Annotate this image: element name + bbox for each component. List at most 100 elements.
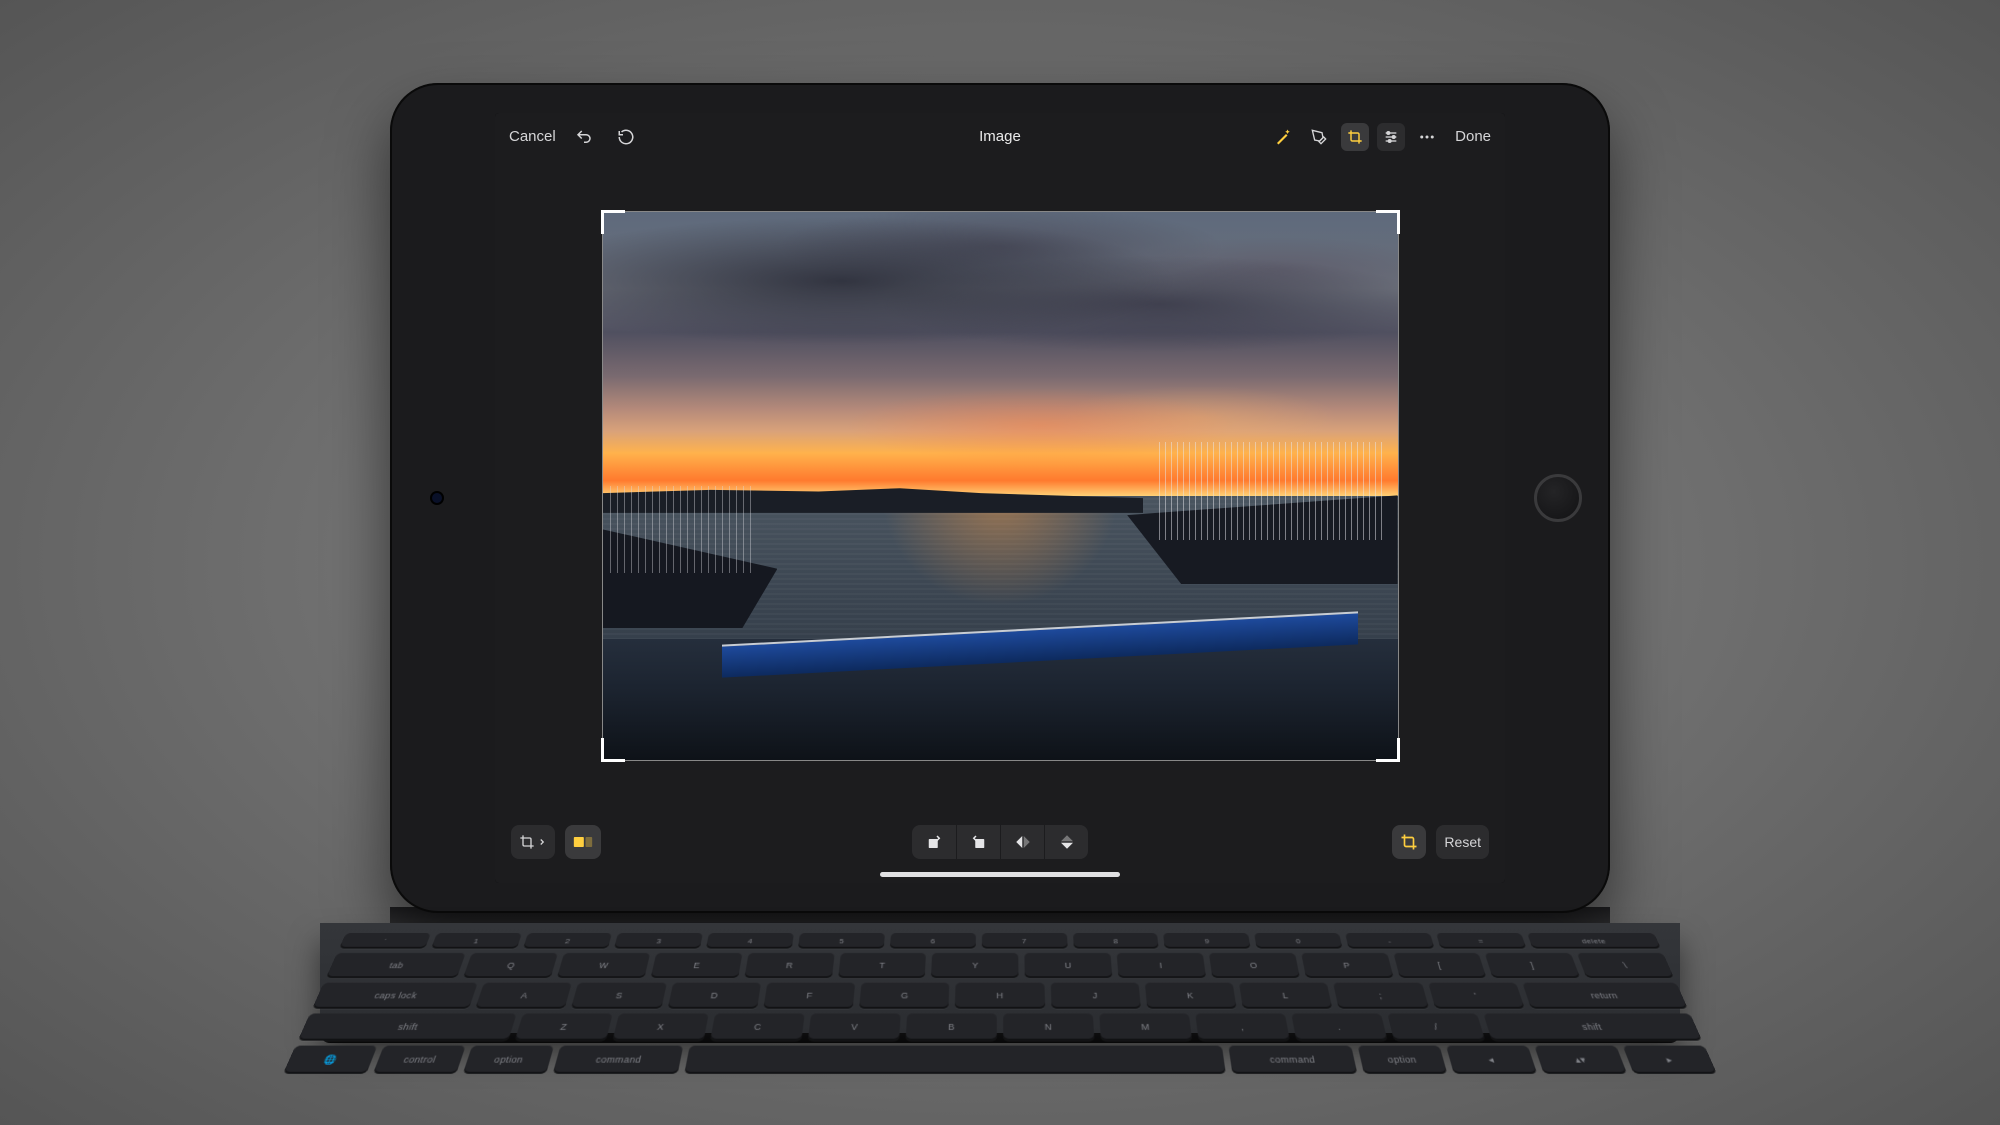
cancel-button[interactable]: Cancel: [509, 128, 556, 145]
key[interactable]: C: [710, 1013, 805, 1040]
key[interactable]: 6: [890, 933, 976, 949]
markup-button[interactable]: [1305, 123, 1333, 151]
key[interactable]: [: [1393, 952, 1487, 977]
more-icon: [1418, 128, 1436, 146]
key-return[interactable]: return: [1522, 982, 1688, 1008]
key[interactable]: 3: [614, 933, 703, 949]
key[interactable]: M: [1099, 1013, 1192, 1040]
editor-canvas[interactable]: [495, 161, 1505, 811]
key[interactable]: =: [1436, 933, 1526, 949]
key[interactable]: 9: [1163, 933, 1250, 949]
key[interactable]: 8: [1073, 933, 1160, 949]
home-indicator[interactable]: [880, 872, 1120, 877]
flip-vertical-button[interactable]: [1044, 825, 1088, 859]
key[interactable]: O: [1209, 952, 1300, 977]
redo-button[interactable]: [612, 123, 640, 151]
key[interactable]: 5: [798, 933, 885, 949]
undo-button[interactable]: [570, 123, 598, 151]
crop-handle-br[interactable]: [1376, 738, 1400, 762]
key[interactable]: P: [1301, 952, 1394, 977]
key-delete[interactable]: delete: [1527, 933, 1661, 949]
auto-straighten-button[interactable]: [1392, 825, 1426, 859]
key[interactable]: S: [571, 982, 666, 1008]
wand-icon: [1274, 128, 1292, 146]
key[interactable]: `: [339, 933, 431, 949]
key[interactable]: X: [612, 1013, 708, 1040]
key[interactable]: Z: [514, 1013, 612, 1040]
key[interactable]: F: [763, 982, 855, 1008]
key-globe[interactable]: 🌐: [283, 1045, 378, 1073]
key[interactable]: K: [1145, 982, 1237, 1008]
key[interactable]: 7: [982, 933, 1068, 949]
key-command[interactable]: command: [553, 1045, 684, 1073]
rotate-left-icon: [925, 833, 943, 851]
key[interactable]: T: [838, 952, 927, 977]
crop-handle-bl[interactable]: [601, 738, 625, 762]
key[interactable]: -: [1345, 933, 1434, 949]
home-button[interactable]: [1534, 474, 1582, 522]
key-option[interactable]: option: [463, 1045, 554, 1073]
keyboard: ` 1 2 3 4 5 6 7 8 9 0 - = delete tab: [320, 923, 1680, 1033]
key[interactable]: R: [744, 952, 834, 977]
key[interactable]: I: [1117, 952, 1206, 977]
key[interactable]: ': [1428, 982, 1525, 1008]
key[interactable]: N: [1003, 1013, 1094, 1040]
key[interactable]: H: [955, 982, 1045, 1008]
key[interactable]: 2: [523, 933, 613, 949]
front-camera: [432, 493, 442, 503]
key[interactable]: ]: [1485, 952, 1581, 977]
key[interactable]: 1: [431, 933, 522, 949]
device-frame: Cancel Image: [390, 83, 1610, 1043]
reset-button[interactable]: Reset: [1436, 825, 1489, 859]
crop-icon: [1347, 129, 1363, 145]
top-toolbar: Cancel Image: [495, 113, 1505, 161]
rotate-right-button[interactable]: [956, 825, 1000, 859]
key[interactable]: D: [667, 982, 761, 1008]
key-option[interactable]: option: [1358, 1045, 1448, 1073]
key-space[interactable]: [684, 1045, 1226, 1073]
presets-button[interactable]: [565, 825, 601, 859]
key-arrow[interactable]: ▴▾: [1534, 1045, 1627, 1073]
key[interactable]: J: [1050, 982, 1141, 1008]
key-arrow[interactable]: ◂: [1446, 1045, 1537, 1073]
aspect-menu-button[interactable]: [511, 825, 555, 859]
filters-button[interactable]: [1377, 123, 1405, 151]
key-caps[interactable]: caps lock: [312, 982, 478, 1008]
app-screen: Cancel Image: [495, 113, 1505, 883]
key[interactable]: Q: [463, 952, 558, 977]
crop-handle-tl[interactable]: [601, 210, 625, 234]
key-shift[interactable]: shift: [1484, 1013, 1703, 1040]
key[interactable]: Y: [931, 952, 1018, 977]
key[interactable]: 0: [1254, 933, 1342, 949]
rotate-left-button[interactable]: [912, 825, 956, 859]
key-tab[interactable]: tab: [326, 952, 466, 977]
key-arrow[interactable]: ▸: [1623, 1045, 1718, 1073]
key[interactable]: E: [650, 952, 742, 977]
bottom-toolbar: Reset: [495, 811, 1505, 883]
key[interactable]: 4: [706, 933, 794, 949]
key-shift[interactable]: shift: [298, 1013, 517, 1040]
flip-horizontal-button[interactable]: [1000, 825, 1044, 859]
key-control[interactable]: control: [373, 1045, 466, 1073]
undo-icon: [575, 128, 593, 146]
key-command[interactable]: command: [1228, 1045, 1357, 1073]
key[interactable]: \: [1577, 952, 1674, 977]
key[interactable]: .: [1291, 1013, 1387, 1040]
chevron-right-icon: [537, 837, 547, 847]
key[interactable]: G: [859, 982, 950, 1008]
key[interactable]: W: [557, 952, 650, 977]
more-button[interactable]: [1413, 123, 1441, 151]
key[interactable]: B: [905, 1013, 996, 1040]
crop-frame[interactable]: [603, 212, 1398, 760]
key[interactable]: L: [1239, 982, 1333, 1008]
done-button[interactable]: Done: [1455, 128, 1491, 145]
key[interactable]: A: [475, 982, 572, 1008]
key[interactable]: /: [1387, 1013, 1485, 1040]
crop-tool-button[interactable]: [1341, 123, 1369, 151]
auto-enhance-button[interactable]: [1269, 123, 1297, 151]
key[interactable]: U: [1025, 952, 1113, 977]
key[interactable]: ;: [1333, 982, 1428, 1008]
crop-handle-tr[interactable]: [1376, 210, 1400, 234]
key[interactable]: ,: [1195, 1013, 1290, 1040]
key[interactable]: V: [808, 1013, 901, 1040]
